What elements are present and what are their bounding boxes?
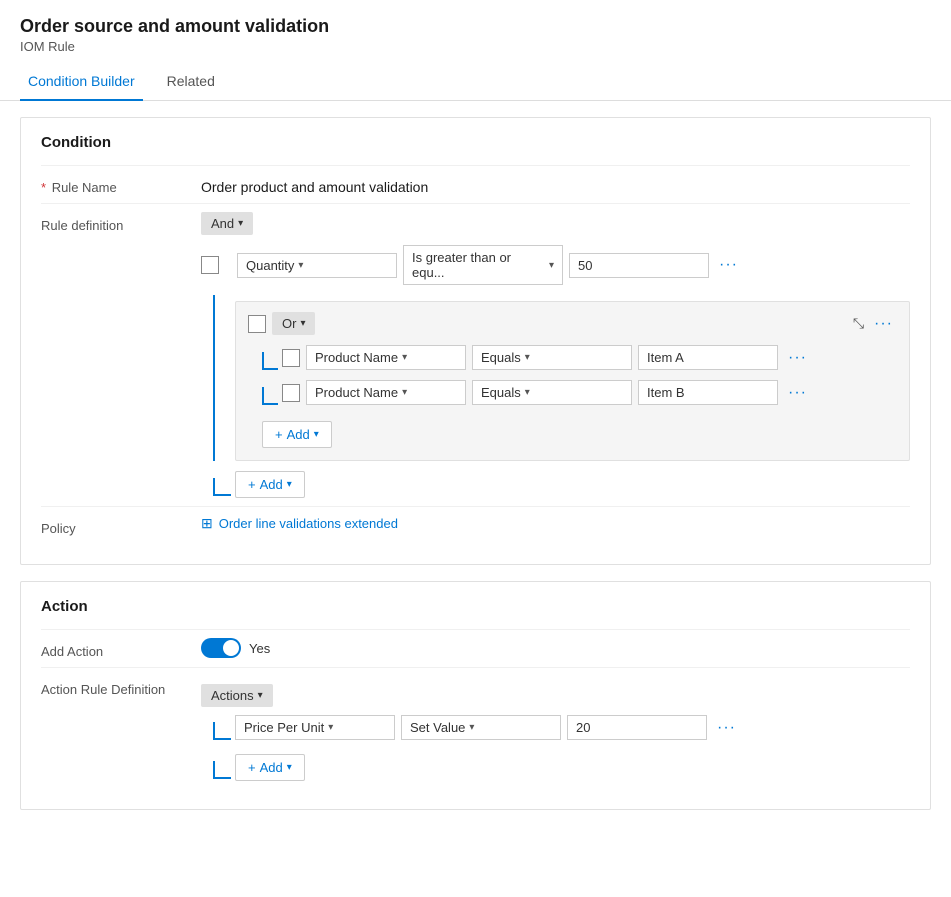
toggle-thumb <box>223 640 239 656</box>
quantity-value-input[interactable]: 50 <box>569 253 709 278</box>
tab-related[interactable]: Related <box>159 63 223 101</box>
actions-add-chevron-icon: ▾ <box>287 762 292 773</box>
page-title: Order source and amount validation <box>20 16 931 37</box>
price-more-button[interactable]: ··· <box>713 717 740 739</box>
product2-field-dropdown[interactable]: Product Name ▾ <box>306 380 466 405</box>
product-name-row-1: Product Name ▾ Equals ▾ Item A <box>282 345 811 370</box>
or-group-content: Or ▾ ⤡ ··· <box>235 295 910 461</box>
and-chevron-icon: ▾ <box>238 218 243 229</box>
actions-button[interactable]: Actions ▾ <box>201 684 273 707</box>
actions-chevron-icon: ▾ <box>258 690 263 701</box>
or-add-plus-icon: + <box>275 427 283 442</box>
action-section: Action Add Action Yes Action Rule Defini… <box>20 581 931 810</box>
add-action-toggle[interactable] <box>201 638 241 658</box>
actions-definition-area: Actions ▾ Price Per Unit ▾ Set Value ▾ <box>201 684 910 781</box>
action-row-wrapper: Price Per Unit ▾ Set Value ▾ 20 ··· <box>213 715 910 750</box>
product2-operator-chevron-icon: ▾ <box>525 387 530 398</box>
outer-add-chevron-icon: ▾ <box>287 479 292 490</box>
product1-value-input[interactable]: Item A <box>638 345 778 370</box>
product1-more-button[interactable]: ··· <box>784 347 811 369</box>
product-row-1-wrapper: Product Name ▾ Equals ▾ Item A <box>262 345 897 380</box>
actions-add-connector <box>213 761 231 779</box>
rule-definition-label: Rule definition <box>41 212 201 233</box>
policy-label: Policy <box>41 515 201 536</box>
outer-add-button[interactable]: + Add ▾ <box>235 471 305 498</box>
rule-name-label: * Rule Name <box>41 174 201 195</box>
condition-section-title: Condition <box>41 134 910 151</box>
or-group-add-button[interactable]: + Add ▾ <box>262 421 332 448</box>
rule-definition-row: Rule definition And ▾ Quantity ▾ <box>41 203 910 506</box>
policy-link[interactable]: ⊞ Order line validations extended <box>201 515 398 532</box>
or-group-actions: ⤡ ··· <box>853 313 897 335</box>
page-header: Order source and amount validation IOM R… <box>0 0 951 58</box>
product1-operator-chevron-icon: ▾ <box>525 352 530 363</box>
rule-name-value: Order product and amount validation <box>201 174 910 195</box>
quantity-checkbox[interactable] <box>201 256 219 274</box>
quantity-row: Quantity ▾ Is greater than or equ... ▾ 5… <box>201 245 910 285</box>
or-group-add-wrap: + Add ▾ <box>262 417 897 448</box>
quantity-operator-dropdown[interactable]: Is greater than or equ... ▾ <box>403 245 563 285</box>
or-group-connector <box>213 295 231 461</box>
and-button[interactable]: And ▾ <box>201 212 253 235</box>
add-action-label: Add Action <box>41 638 201 659</box>
condition-group-outer: Quantity ▾ Is greater than or equ... ▾ 5… <box>201 245 910 498</box>
quantity-field-dropdown[interactable]: Quantity ▾ <box>237 253 397 278</box>
required-star: * <box>41 180 46 195</box>
add-action-toggle-wrap: Yes <box>201 638 270 658</box>
toggle-track <box>201 638 241 658</box>
product2-field-chevron-icon: ▾ <box>402 387 407 398</box>
or-group-header: Or ▾ ⤡ ··· <box>248 312 897 335</box>
policy-value: ⊞ Order line validations extended <box>201 515 398 532</box>
product-name-row-2: Product Name ▾ Equals ▾ Item B <box>282 380 811 405</box>
action-rule-row: Action Rule Definition Actions ▾ Price P… <box>41 667 910 789</box>
tab-condition-builder[interactable]: Condition Builder <box>20 63 143 101</box>
actions-add-plus-icon: + <box>248 760 256 775</box>
add-action-row: Add Action Yes <box>41 629 910 667</box>
page-subtitle: IOM Rule <box>20 39 931 54</box>
action-section-title: Action <box>41 598 910 615</box>
action-rule-label: Action Rule Definition <box>41 676 201 697</box>
price-operator-chevron-icon: ▾ <box>469 722 474 733</box>
price-value-input[interactable]: 20 <box>567 715 707 740</box>
product1-field-dropdown[interactable]: Product Name ▾ <box>306 345 466 370</box>
or-more-button[interactable]: ··· <box>870 313 897 335</box>
product1-field-chevron-icon: ▾ <box>402 352 407 363</box>
policy-icon: ⊞ <box>201 515 213 532</box>
toggle-yes-label: Yes <box>249 641 270 656</box>
rule-definition-area: And ▾ Quantity ▾ Is greater than or equ.… <box>201 212 910 498</box>
actions-add-wrap: + Add ▾ <box>213 750 910 781</box>
product2-operator-dropdown[interactable]: Equals ▾ <box>472 380 632 405</box>
or-add-chevron-icon: ▾ <box>314 429 319 440</box>
product2-value-input[interactable]: Item B <box>638 380 778 405</box>
product1-operator-dropdown[interactable]: Equals ▾ <box>472 345 632 370</box>
price-field-dropdown[interactable]: Price Per Unit ▾ <box>235 715 395 740</box>
product2-checkbox[interactable] <box>282 384 300 402</box>
quantity-field-chevron-icon: ▾ <box>298 260 303 271</box>
policy-row: Policy ⊞ Order line validations extended <box>41 506 910 544</box>
product2-connector <box>262 387 278 405</box>
rule-name-row: * Rule Name Order product and amount val… <box>41 165 910 203</box>
or-collapse-button[interactable]: ⤡ <box>853 313 864 335</box>
or-chevron-icon: ▾ <box>300 318 305 329</box>
quantity-operator-chevron-icon: ▾ <box>549 260 554 271</box>
action-row-connector <box>213 722 231 740</box>
quantity-more-button[interactable]: ··· <box>715 254 742 276</box>
product-row-2-wrapper: Product Name ▾ Equals ▾ Item B <box>262 380 897 415</box>
outer-add-connector <box>213 478 231 496</box>
tab-bar: Condition Builder Related <box>0 62 951 101</box>
condition-section: Condition * Rule Name Order product and … <box>20 117 931 565</box>
outer-add-wrap: + Add ▾ <box>213 467 910 498</box>
price-per-unit-row: Price Per Unit ▾ Set Value ▾ 20 ··· <box>235 715 740 740</box>
or-group-wrapper: Or ▾ ⤡ ··· <box>213 295 910 461</box>
price-operator-dropdown[interactable]: Set Value ▾ <box>401 715 561 740</box>
or-group: Or ▾ ⤡ ··· <box>235 301 910 461</box>
product2-more-button[interactable]: ··· <box>784 382 811 404</box>
product1-connector <box>262 352 278 370</box>
outer-add-plus-icon: + <box>248 477 256 492</box>
product1-checkbox[interactable] <box>282 349 300 367</box>
or-button[interactable]: Or ▾ <box>272 312 315 335</box>
or-checkbox[interactable] <box>248 315 266 333</box>
actions-add-button[interactable]: + Add ▾ <box>235 754 305 781</box>
price-field-chevron-icon: ▾ <box>328 722 333 733</box>
